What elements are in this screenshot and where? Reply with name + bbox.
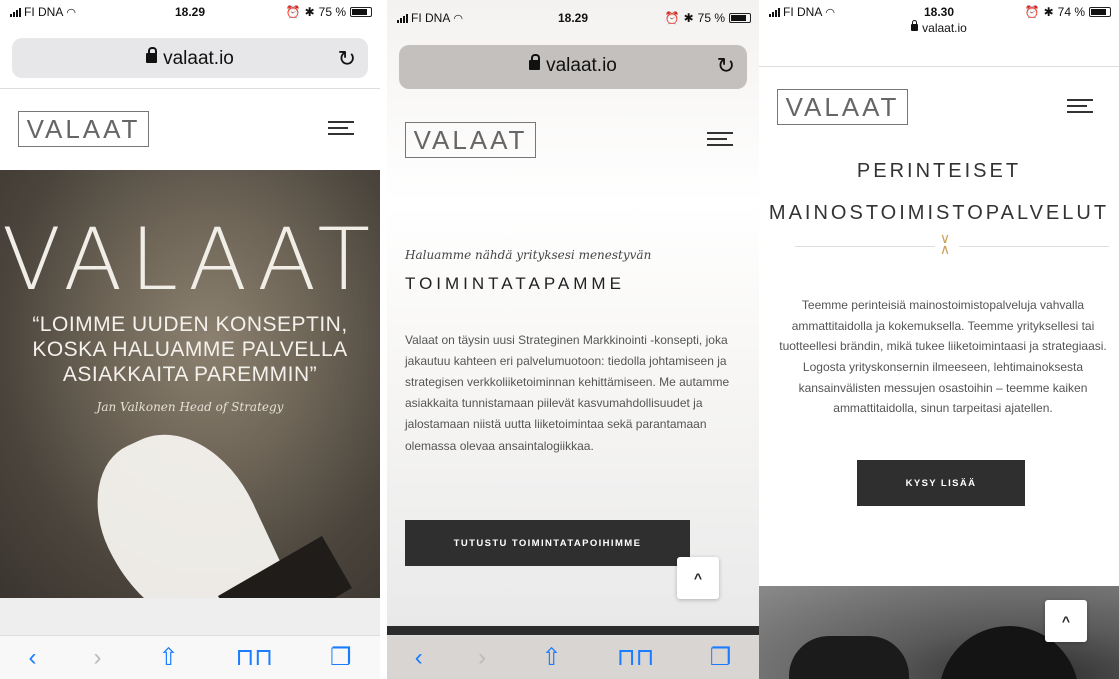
phone-screen-3: FI DNA ◠ 18.30 ⏰ ✱ 74 % valaat.io VALAAT PE… [759,0,1119,679]
site-logo[interactable]: VALAAT [777,89,908,125]
share-icon[interactable]: ⇧ [541,643,561,672]
battery-percent: 75 % [318,5,346,19]
status-bar: FI DNA ◠ 18.29 ⏰ ✱ 75 % [0,0,380,22]
hamburger-menu-icon[interactable] [1067,99,1093,117]
forward-icon[interactable]: › [93,644,101,672]
url-text: valaat.io [163,48,234,69]
divider-left [795,246,935,247]
chevron-ornament-icon: ∨ ∧ [939,230,951,258]
divider-right [959,246,1109,247]
url-text: valaat.io [546,55,617,76]
battery-icon [350,7,372,17]
hero-quote: “LOIMME UUDEN KONSEPTIN, KOSKA HALUAMME … [32,313,348,387]
forward-icon[interactable]: › [478,644,486,672]
bluetooth-icon: ✱ [304,5,315,19]
phone-screen-1: FI DNA ◠ 18.29 ⏰ ✱ 75 % valaat.io ↻ VALAAT … [0,0,380,679]
alarm-icon: ⏰ [1024,5,1040,19]
battery-percent: 75 % [697,11,725,25]
status-bar: FI DNA ◠ 18.29 ⏰ ✱ 75 % [387,6,759,28]
chevron-up-icon: ^ [693,570,703,586]
section-divider [0,598,380,638]
bluetooth-icon: ✱ [683,11,694,25]
browser-toolbar: ‹ › ⇧ ⊓⊓ ❐ [387,635,759,679]
site-header: VALAAT [759,66,1119,146]
tabs-icon[interactable]: ❐ [330,643,352,672]
explore-methods-button[interactable]: TUTUSTU TOIMINTATAPOIHIMME [405,520,690,566]
battery-icon [1089,7,1111,17]
lock-icon [911,20,919,31]
bookmarks-icon[interactable]: ⊓⊓ [617,643,654,672]
site-logo[interactable]: VALAAT [405,122,536,158]
hero-author: Jan Valkonen Head of Strategy [96,400,284,414]
scroll-top-button[interactable]: ^ [677,557,719,599]
hero-banner: VALAAT “LOIMME UUDEN KONSEPTIN, KOSKA HA… [0,170,380,598]
chevron-up-icon: ^ [1061,613,1071,629]
section-body: Teemme perinteisiä mainostoimistopalvelu… [779,298,1107,416]
address-bar[interactable]: valaat.io ↻ [12,38,368,78]
battery-icon [729,13,751,23]
reload-icon[interactable]: ↻ [717,53,735,79]
hero-logo: VALAAT [2,210,378,310]
status-bar: FI DNA ◠ 18.30 ⏰ ✱ 74 % [759,0,1119,22]
section-body: Valaat on täysin uusi Strateginen Markki… [405,333,730,453]
reload-icon[interactable]: ↻ [338,46,356,72]
url-text: valaat.io [922,21,967,35]
site-header: VALAAT [0,88,380,168]
lock-icon [529,54,541,70]
site-logo[interactable]: VALAAT [18,111,149,147]
scroll-top-button[interactable]: ^ [1045,600,1087,642]
back-icon[interactable]: ‹ [415,644,423,672]
alarm-icon: ⏰ [664,11,680,25]
bookmarks-icon[interactable]: ⊓⊓ [236,643,273,672]
section-title: TOIMINTATAPAMME [405,274,625,293]
ask-more-button[interactable]: KYSY LISÄÄ [857,460,1025,506]
lock-icon [146,47,158,63]
phone-screen-2: FI DNA ◠ 18.29 ⏰ ✱ 75 % valaat.io ↻ VALAAT … [387,0,759,679]
tabs-icon[interactable]: ❐ [710,643,732,672]
alarm-icon: ⏰ [285,5,301,19]
battery-percent: 74 % [1057,5,1085,19]
site-header: VALAAT [387,100,759,180]
hamburger-menu-icon[interactable] [328,121,354,139]
address-bar[interactable]: valaat.io ↻ [399,45,747,89]
address-bar-compact[interactable]: valaat.io [759,20,1119,35]
hamburger-menu-icon[interactable] [707,132,733,150]
back-icon[interactable]: ‹ [28,644,36,672]
browser-toolbar: ‹ › ⇧ ⊓⊓ ❐ [0,635,380,679]
bluetooth-icon: ✱ [1043,5,1054,19]
section-title-line2: MAINOSTOIMISTOPALVELUT [768,202,1110,224]
section-title-line1: PERINTEISET [856,160,1022,182]
section-tagline: Haluamme nähdä yrityksesi menestyvän [405,248,652,262]
share-icon[interactable]: ⇧ [158,643,178,672]
